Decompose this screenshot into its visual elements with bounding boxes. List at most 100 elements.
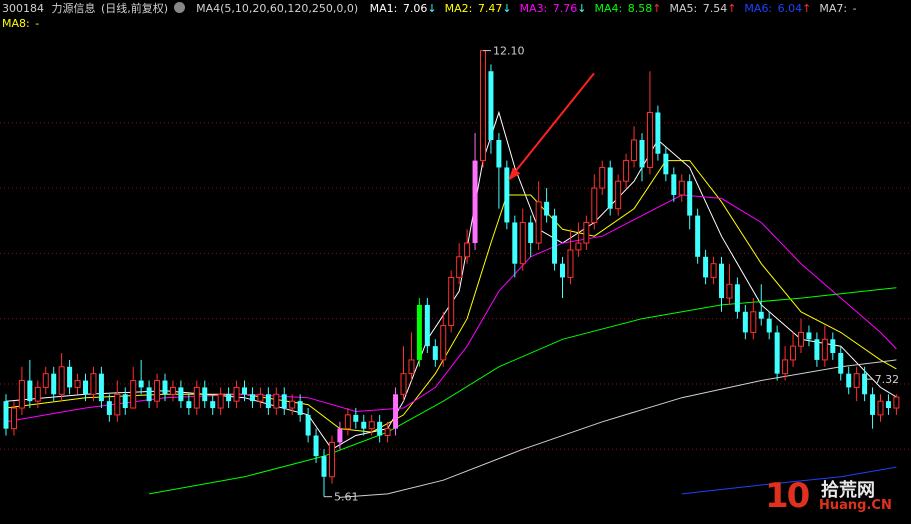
- candle-body-32: [257, 393, 264, 402]
- candle-body-102: [814, 339, 820, 360]
- candle-body-23: [186, 401, 192, 409]
- candle-body-16: [130, 380, 137, 409]
- candle-body-112: [893, 396, 900, 409]
- watermark-url: Huang.CN: [819, 498, 892, 513]
- candle-body-45: [361, 421, 367, 429]
- candle-body-99: [790, 345, 797, 361]
- candle-body-88: [703, 256, 709, 278]
- candle-body-47: [377, 421, 383, 436]
- watermark-logo: 10: [765, 476, 810, 516]
- candle-body-94: [750, 311, 757, 333]
- annotation-arrow-head: [508, 167, 521, 181]
- candle-body-62: [496, 139, 502, 168]
- candle-body-65: [519, 221, 526, 265]
- candle-body-61: [488, 71, 494, 140]
- candle-body-92: [734, 284, 740, 312]
- candle-body-17: [138, 380, 144, 388]
- candle-body-12: [98, 373, 104, 402]
- candle-body-50: [400, 373, 407, 395]
- candle-body-0: [3, 401, 9, 429]
- candle-body-70: [560, 263, 565, 278]
- candle-body-95: [758, 311, 764, 319]
- candle-body-3: [27, 380, 33, 402]
- candle-body-30: [242, 387, 247, 395]
- candle-body-20: [162, 380, 168, 395]
- candle-body-84: [671, 174, 677, 195]
- candle-body-59: [472, 160, 478, 244]
- candle-body-73: [583, 221, 590, 244]
- candle-body-11: [90, 373, 97, 395]
- candle-body-2: [18, 380, 25, 409]
- candle-body-6: [51, 373, 57, 395]
- candle-body-58: [464, 242, 471, 258]
- candle-body-33: [265, 394, 271, 409]
- candle-body-60: [480, 50, 486, 162]
- candle-body-111: [885, 401, 891, 409]
- candle-body-87: [695, 215, 701, 257]
- candle-body-93: [742, 311, 748, 333]
- candle-body-72: [575, 242, 582, 251]
- candle-body-46: [368, 421, 375, 430]
- candle-body-96: [766, 318, 772, 333]
- candle-body-66: [528, 222, 534, 244]
- candle-body-15: [122, 394, 128, 409]
- candle-body-44: [353, 414, 359, 422]
- candle-body-63: [504, 167, 510, 223]
- candle-body-75: [599, 166, 606, 189]
- candle-body-110: [877, 400, 884, 416]
- candle-body-39: [313, 435, 319, 457]
- candle-body-41: [328, 441, 335, 478]
- candle-body-68: [544, 201, 550, 216]
- candle-body-38: [305, 414, 311, 436]
- candle-body-27: [217, 393, 224, 409]
- candle-body-35: [281, 394, 287, 409]
- candle-body-1: [10, 407, 17, 430]
- candle-body-34: [273, 393, 280, 409]
- candle-body-57: [456, 256, 463, 278]
- candle-body-5: [42, 373, 49, 388]
- candle-body-29: [233, 386, 240, 402]
- candle-body-80: [639, 139, 645, 168]
- annotation-arrow-line: [513, 72, 595, 174]
- candle-body-55: [440, 325, 447, 361]
- candle-body-40: [321, 456, 327, 477]
- candle-body-106: [846, 373, 852, 388]
- candle-body-77: [615, 180, 622, 210]
- candle-body-43: [344, 414, 351, 430]
- candle-body-83: [663, 153, 669, 175]
- candle-body-9: [74, 380, 81, 388]
- candle-body-90: [719, 263, 724, 299]
- candle-body-67: [535, 201, 542, 244]
- candle-body-36: [289, 400, 296, 409]
- candle-body-8: [67, 366, 73, 388]
- candle-body-86: [687, 181, 693, 216]
- candle-body-85: [678, 180, 685, 196]
- candle-body-52: [416, 304, 422, 360]
- candle-body-4: [34, 386, 41, 402]
- candle-body-76: [607, 167, 613, 209]
- candle-body-82: [655, 112, 661, 154]
- candle-body-101: [806, 332, 812, 340]
- candle-body-51: [408, 359, 415, 375]
- candle-body-71: [567, 249, 574, 278]
- candle-body-105: [838, 353, 844, 374]
- candle-body-54: [432, 346, 438, 360]
- candle-body-31: [249, 394, 255, 402]
- candle-body-7: [58, 366, 65, 395]
- candle-body-13: [106, 401, 112, 415]
- candle-body-97: [774, 332, 780, 374]
- candle-body-81: [646, 111, 653, 168]
- candle-body-10: [83, 380, 88, 395]
- annotation-label-2: 7.32: [875, 373, 900, 386]
- candle-body-28: [226, 394, 232, 402]
- site-watermark: 10 拾荒网 Huang.CN: [765, 474, 905, 520]
- candle-body-37: [297, 401, 303, 415]
- candle-body-53: [424, 304, 430, 347]
- candle-body-107: [853, 373, 860, 388]
- candle-body-98: [782, 359, 789, 375]
- candle-body-18: [146, 387, 152, 402]
- candle-body-19: [154, 380, 161, 402]
- candle-body-108: [862, 373, 868, 395]
- candle-body-89: [710, 263, 717, 278]
- candle-body-100: [798, 331, 804, 347]
